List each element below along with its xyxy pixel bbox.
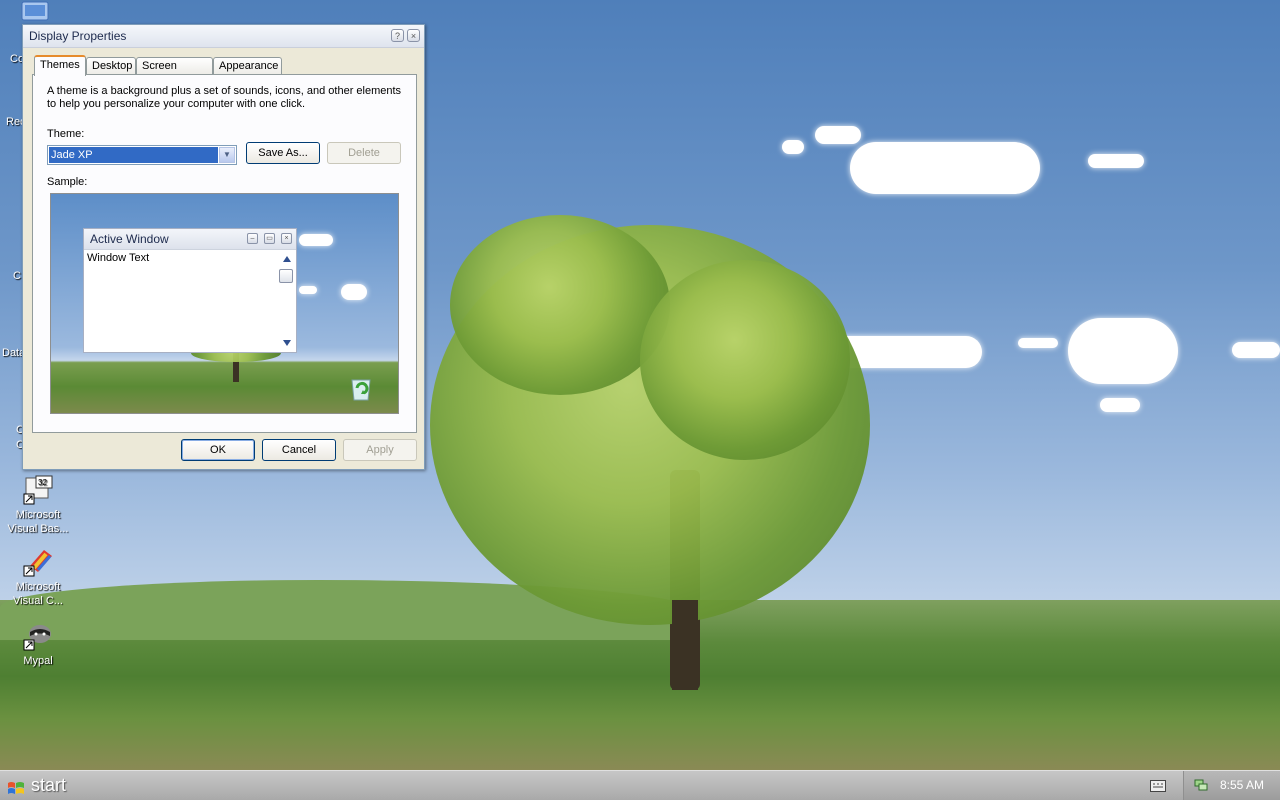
partial-icon-label[interactable]: C [13, 270, 21, 282]
visual-basic-icon: 32 [22, 474, 54, 506]
desktop-icon-visual-basic[interactable]: 32 Microsoft Visual Bas... [0, 474, 76, 536]
dialog-title: Display Properties [29, 29, 127, 43]
sample-label: Sample: [47, 176, 88, 188]
svg-text:32: 32 [38, 478, 47, 487]
start-label: start [31, 775, 67, 795]
icon-label: Microsoft [15, 509, 61, 521]
theme-dropdown[interactable]: Jade XP ▼ [47, 145, 237, 165]
tab-themes[interactable]: Themes [34, 55, 86, 76]
raccoon-icon [22, 620, 54, 652]
maximize-icon: ▭ [264, 233, 275, 244]
scroll-up-icon [283, 256, 291, 262]
computer-icon [20, 0, 50, 22]
icon-label: Visual Bas... [7, 523, 69, 535]
display-properties-dialog: Display Properties ? × Themes Desktop Sc… [22, 24, 425, 470]
clock[interactable]: 8:55 AM [1220, 778, 1264, 792]
sample-window-titlebar: Active Window – ▭ × [84, 229, 296, 250]
close-button[interactable]: × [407, 29, 420, 42]
theme-label: Theme: [47, 128, 85, 140]
windows-logo-icon [7, 777, 25, 794]
recycle-bin-icon [347, 374, 375, 405]
minimize-icon: – [247, 233, 258, 244]
cloud [1100, 398, 1140, 412]
sample-window-title: Active Window [90, 232, 169, 246]
tree-canopy [450, 215, 670, 395]
theme-dropdown-value: Jade XP [49, 147, 218, 163]
scroll-thumb [279, 269, 293, 283]
theme-sample-preview: Active Window – ▭ × Window Text [50, 193, 399, 414]
grass-field [0, 580, 1280, 770]
desktop-icon-visual-c[interactable]: Microsoft Visual C... [0, 546, 76, 608]
help-button[interactable]: ? [391, 29, 404, 42]
cloud [299, 234, 333, 246]
sample-window-text: Window Text [87, 252, 150, 264]
sample-active-window: Active Window – ▭ × Window Text [83, 228, 297, 353]
icon-label: Mypal [23, 655, 53, 667]
start-button[interactable]: start [0, 771, 80, 800]
close-icon: × [281, 233, 292, 244]
themes-panel: A theme is a background plus a set of so… [32, 74, 417, 433]
network-icon[interactable] [1194, 778, 1208, 795]
keyboard-icon[interactable] [1150, 780, 1166, 795]
cloud [1232, 342, 1280, 358]
desktop-icon-mypal[interactable]: Mypal [0, 620, 76, 668]
icon-label: Microsoft [15, 581, 61, 593]
scroll-down-icon [283, 340, 291, 346]
tab-desktop[interactable]: Desktop [86, 57, 136, 75]
dialog-titlebar[interactable]: Display Properties ? × [23, 25, 424, 48]
icon-label: Visual C... [13, 595, 63, 607]
cloud [1088, 154, 1144, 168]
cloud [299, 286, 317, 294]
chevron-down-icon[interactable]: ▼ [219, 147, 235, 163]
taskbar: start 8:55 AM [0, 770, 1280, 800]
tree-canopy [640, 260, 850, 460]
cancel-button[interactable]: Cancel [262, 439, 336, 461]
cloud [815, 126, 861, 144]
system-tray: 8:55 AM [1183, 771, 1280, 800]
themes-description: A theme is a background plus a set of so… [47, 85, 402, 110]
tab-appearance[interactable]: Appearance [213, 57, 282, 75]
cloud [782, 140, 804, 154]
cloud [1018, 338, 1058, 348]
cloud [341, 284, 367, 300]
save-as-button[interactable]: Save As... [246, 142, 320, 164]
ok-button[interactable]: OK [181, 439, 255, 461]
tree-trunk [672, 600, 698, 690]
cloud [1068, 318, 1178, 384]
desktop-icon-top[interactable] [0, 0, 76, 24]
visual-c-icon [22, 546, 54, 578]
cloud [850, 142, 1040, 194]
tab-screen-saver[interactable]: Screen Saver [136, 57, 213, 89]
apply-button[interactable]: Apply [343, 439, 417, 461]
delete-button[interactable]: Delete [327, 142, 401, 164]
